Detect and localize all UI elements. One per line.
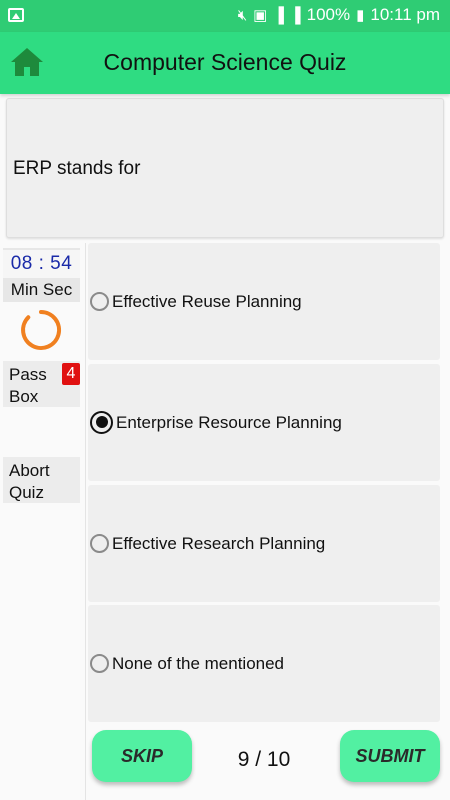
signal-icon: ▐ [273, 6, 284, 24]
submit-button[interactable]: SUBMIT [340, 730, 440, 782]
option-label: Effective Reuse Planning [112, 291, 302, 311]
option-3[interactable]: Effective Research Planning [88, 485, 440, 602]
pass-box-label: Pass Box [9, 365, 47, 406]
radio-unchecked-icon[interactable] [90, 533, 109, 553]
option-label: Enterprise Resource Planning [116, 412, 342, 432]
app-bar: Computer Science Quiz [0, 32, 450, 94]
side-panel: 08 : 54 Min Sec Pass Box 4 Abort Quiz [0, 243, 86, 800]
abort-quiz-button[interactable]: Abort Quiz [3, 457, 80, 503]
timer-units: Min Sec [10, 280, 73, 299]
app-title: Computer Science Quiz [103, 49, 347, 75]
abort-quiz-label: Abort Quiz [9, 461, 50, 502]
option-label: None of the mentioned [112, 653, 285, 673]
radio-unchecked-icon[interactable] [90, 291, 109, 311]
question-text: ERP stands for [13, 158, 141, 179]
timer: 08 : 54 Min Sec [3, 248, 80, 302]
timer-value: 08 : 54 [3, 250, 80, 278]
battery-icon: ▮ [356, 7, 365, 24]
loading-spinner-icon [20, 309, 62, 351]
status-right: 🔇︎ ▣ ▐ ▐ 100% ▮ 10:11 pm [238, 5, 440, 25]
pass-box-button[interactable]: Pass Box 4 [3, 361, 80, 407]
clock: 10:11 pm [370, 5, 440, 24]
sim-icon: ▣ [253, 7, 268, 24]
option-4[interactable]: None of the mentioned [88, 605, 440, 722]
bottom-bar: SKIP 9 / 10 SUBMIT [88, 728, 440, 788]
pass-count-badge: 4 [62, 363, 80, 385]
option-label: Effective Research Planning [112, 533, 326, 553]
option-2[interactable]: Enterprise Resource Planning [88, 364, 440, 481]
question-card: ERP stands for [6, 98, 444, 238]
mute-icon: 🔇︎ [237, 6, 248, 24]
status-bar: 🔇︎ ▣ ▐ ▐ 100% ▮ 10:11 pm [0, 0, 450, 32]
radio-checked-icon[interactable] [90, 410, 113, 434]
signal-2-icon: ▐ [289, 6, 301, 24]
gallery-notification-icon [8, 8, 24, 22]
option-1[interactable]: Effective Reuse Planning [88, 243, 440, 360]
radio-unchecked-icon[interactable] [90, 653, 109, 673]
battery-percent: 100% [306, 5, 351, 24]
